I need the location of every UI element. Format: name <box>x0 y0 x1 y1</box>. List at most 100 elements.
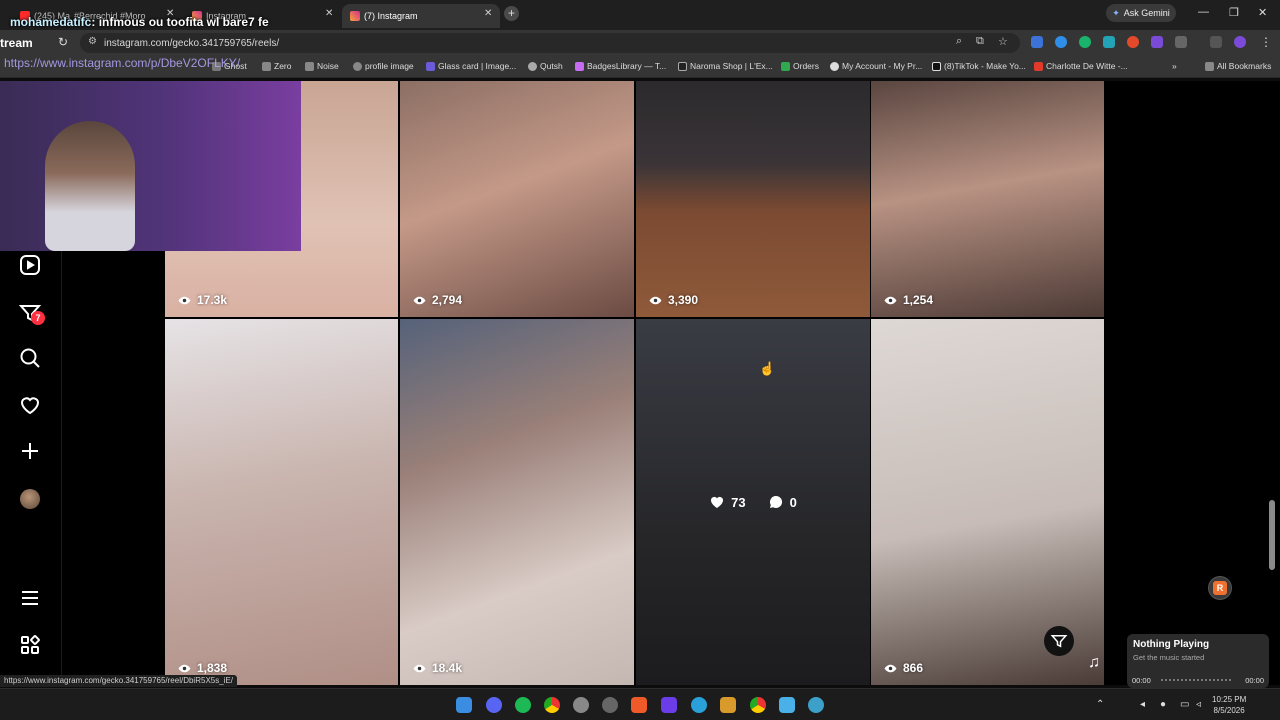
maximize-icon[interactable]: ❐ <box>1229 6 1239 19</box>
reel-thumbnail[interactable]: 3,390 <box>636 81 870 317</box>
create-icon[interactable] <box>18 439 42 463</box>
globe-icon <box>353 61 362 71</box>
profile-icon[interactable] <box>1234 36 1246 48</box>
bookmark-item[interactable]: My Account - My Pr... <box>830 61 922 71</box>
bookmark-item[interactable]: BadgesLibrary — T... <box>575 61 666 71</box>
bookmark-item[interactable]: Glass card | Image... <box>426 61 516 71</box>
bookmark-item[interactable]: Charlotte De Witte -... <box>1034 61 1128 71</box>
link-status-url: https://www.instagram.com/gecko.34175976… <box>0 675 238 687</box>
sidebar-toggle-icon[interactable] <box>1210 36 1222 48</box>
bookmark-star-icon[interactable]: ☆ <box>998 35 1008 48</box>
hand-cursor-icon: ☝ <box>759 361 776 376</box>
reel-thumbnail-hovered[interactable]: 73 0 ☝ <box>636 319 870 685</box>
menu-icon[interactable] <box>18 586 42 610</box>
reel-thumbnail[interactable]: 2,794 <box>400 81 634 317</box>
microphone-icon[interactable]: ● <box>1160 699 1166 710</box>
close-icon[interactable]: ✕ <box>325 8 333 19</box>
ask-gemini-button[interactable]: ✦ Ask Gemini <box>1106 4 1176 22</box>
stream-chat-message: mohamedatifc: infmous ou toofita wl bare… <box>10 15 269 29</box>
windows-start-icon[interactable] <box>456 697 472 713</box>
bookmark-item[interactable]: Zero <box>262 61 291 71</box>
profile-avatar[interactable] <box>20 489 40 509</box>
reel-view-count: 866 <box>884 661 923 675</box>
browser-tab-active[interactable]: (7) Instagram <box>342 4 500 28</box>
chrome-icon[interactable] <box>750 697 766 713</box>
app-icon[interactable] <box>602 697 618 713</box>
minimize-icon[interactable]: — <box>1198 6 1209 18</box>
discord-icon[interactable] <box>486 697 502 713</box>
chrome-icon[interactable] <box>544 697 560 713</box>
extension-icon[interactable] <box>1103 36 1115 48</box>
reel-thumbnail[interactable]: 1,254 <box>871 81 1104 317</box>
zoom-icon[interactable]: ⌕ <box>956 35 962 48</box>
comments-stat: 0 <box>768 494 797 510</box>
bookmark-icon <box>1034 61 1043 71</box>
tray-icon[interactable]: ◂ <box>1140 699 1145 710</box>
reel-view-count: 17.3k <box>178 293 227 307</box>
bookmark-icon <box>426 61 435 71</box>
spotify-icon[interactable] <box>515 697 531 713</box>
taskbar-clock[interactable]: 10:25 PM 8/5/2026 <box>1212 694 1246 716</box>
extension-icon[interactable] <box>1079 36 1091 48</box>
app-icon[interactable] <box>720 697 736 713</box>
tray-chevron-icon[interactable]: ⌃ <box>1096 699 1104 710</box>
browser-menu-icon[interactable]: ⋮ <box>1260 35 1272 49</box>
bookmark-item[interactable]: Orders <box>781 61 819 71</box>
reel-thumbnail[interactable]: 18.4k <box>400 319 634 685</box>
network-icon[interactable]: ▭ <box>1180 699 1189 710</box>
music-note-icon[interactable]: ♫ <box>1088 654 1100 672</box>
clock-date: 8/5/2026 <box>1213 706 1245 715</box>
brave-icon[interactable] <box>631 697 647 713</box>
reel-thumbnail[interactable]: 1,838 <box>165 319 398 685</box>
floating-app-icon[interactable]: R <box>1208 576 1232 600</box>
more-bookmarks-icon[interactable]: » <box>1172 61 1177 71</box>
extension-icon[interactable] <box>1055 36 1067 48</box>
music-progress-bar[interactable] <box>1161 679 1233 681</box>
app-icon[interactable] <box>808 697 824 713</box>
views-icon <box>413 296 426 304</box>
notification-badge: 7 <box>31 311 45 325</box>
heart-icon[interactable] <box>18 393 42 417</box>
apps-icon[interactable] <box>18 633 42 657</box>
bookmark-item[interactable]: (8)TikTok - Make Yo... <box>932 61 1026 71</box>
site-info-icon[interactable]: ⚙ <box>88 36 97 47</box>
all-bookmarks-button[interactable]: All Bookmarks <box>1205 61 1271 71</box>
close-icon[interactable]: ✕ <box>484 8 492 19</box>
music-player-widget[interactable]: Nothing Playing Get the music started 00… <box>1127 634 1269 688</box>
search-icon[interactable] <box>18 346 42 370</box>
bookmark-item[interactable]: profile image <box>353 61 414 71</box>
extensions-puzzle-icon[interactable] <box>1175 36 1187 48</box>
clock-time: 10:25 PM <box>1212 695 1247 704</box>
extension-icon[interactable] <box>1151 36 1163 48</box>
close-window-icon[interactable]: ✕ <box>1258 6 1267 19</box>
obs-icon[interactable] <box>573 697 589 713</box>
volume-icon[interactable]: ◃ <box>1196 699 1201 710</box>
reel-view-count: 1,254 <box>884 293 933 307</box>
reel-view-count: 3,390 <box>649 293 698 307</box>
new-tab-button[interactable]: + <box>504 6 519 21</box>
likes-stat: 73 <box>709 494 746 510</box>
folder-icon <box>305 61 314 71</box>
app-icon[interactable] <box>779 697 795 713</box>
stream-overlay-url: https://www.instagram.com/p/DbeV2OFLKY/ <box>4 56 241 70</box>
url-bar[interactable]: ⚙ instagram.com/gecko.341759765/reels/ ⌕… <box>80 33 1020 53</box>
app-icon[interactable] <box>661 697 677 713</box>
extension-icon[interactable] <box>1031 36 1043 48</box>
bookmark-item[interactable]: Qutsh <box>528 61 563 71</box>
chat-text: : infmous ou toofita wl bare7 fe <box>91 15 269 29</box>
bookmark-item[interactable]: Noise <box>305 61 339 71</box>
views-icon <box>649 296 662 304</box>
extension-icon[interactable] <box>1127 36 1139 48</box>
reels-icon[interactable] <box>18 253 42 277</box>
sheets-icon <box>781 61 790 71</box>
chat-username: mohamedatifc <box>10 15 92 29</box>
tiktok-icon <box>932 61 941 71</box>
views-icon <box>178 296 191 304</box>
bookmark-icon <box>575 61 584 71</box>
cast-icon[interactable]: ⧉ <box>976 35 984 48</box>
reload-icon[interactable]: ↻ <box>58 35 68 49</box>
telegram-icon[interactable] <box>691 697 707 713</box>
bookmark-item[interactable]: Naroma Shop | L'Ex... <box>678 61 773 71</box>
floating-filter-heart-icon[interactable] <box>1044 626 1074 656</box>
page-scrollbar[interactable] <box>1269 500 1275 570</box>
